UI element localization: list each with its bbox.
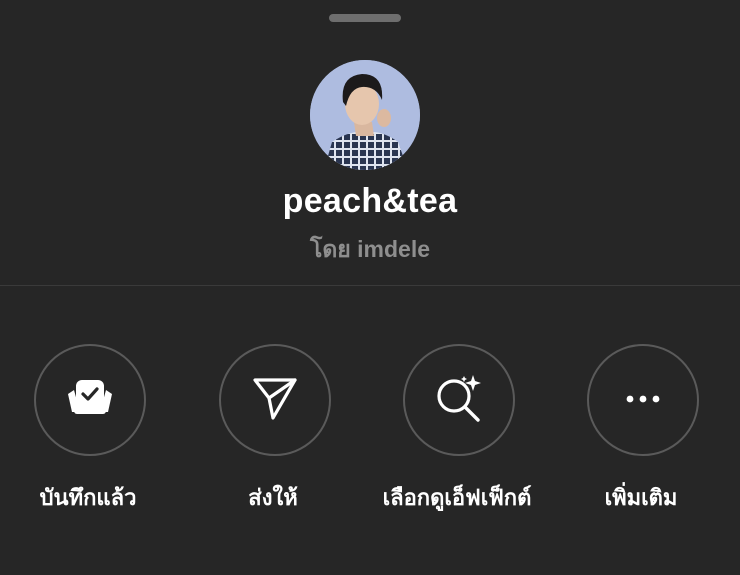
effect-title: peach&tea [282,182,458,220]
browse-effects-button[interactable]: เลือกดูเอ็ฟเฟ็กต์ [367,344,551,524]
saved-button-circle[interactable] [34,344,146,456]
drag-handle[interactable] [329,14,401,22]
avatar-portrait-image [310,60,420,170]
more-button-circle[interactable] [587,344,699,456]
creator-avatar[interactable] [310,60,420,170]
saved-label: บันทึกแล้ว [39,485,137,510]
send-label: ส่งให้ [248,485,298,510]
browse-effects-label: เลือกดูเอ็ฟเฟ็กต์ [382,485,532,510]
more-label: เพิ่มเติม [604,485,678,510]
effect-bottom-sheet: peach&tea โดย imdele บันทึกแล้ว ส่งให้ เ… [0,0,740,575]
send-button[interactable]: ส่งให้ [183,344,367,524]
saved-collection-icon [64,376,116,425]
send-paper-plane-icon [251,374,299,427]
browse-effects-button-circle[interactable] [403,344,515,456]
effect-creator[interactable]: โดย imdele [0,232,740,268]
more-ellipsis-icon [625,391,661,409]
divider [0,285,740,286]
saved-button[interactable]: บันทึกแล้ว [0,344,182,524]
browse-effects-sparkle-search-icon [433,372,485,429]
more-button[interactable]: เพิ่มเติม [551,344,735,524]
send-button-circle[interactable] [219,344,331,456]
